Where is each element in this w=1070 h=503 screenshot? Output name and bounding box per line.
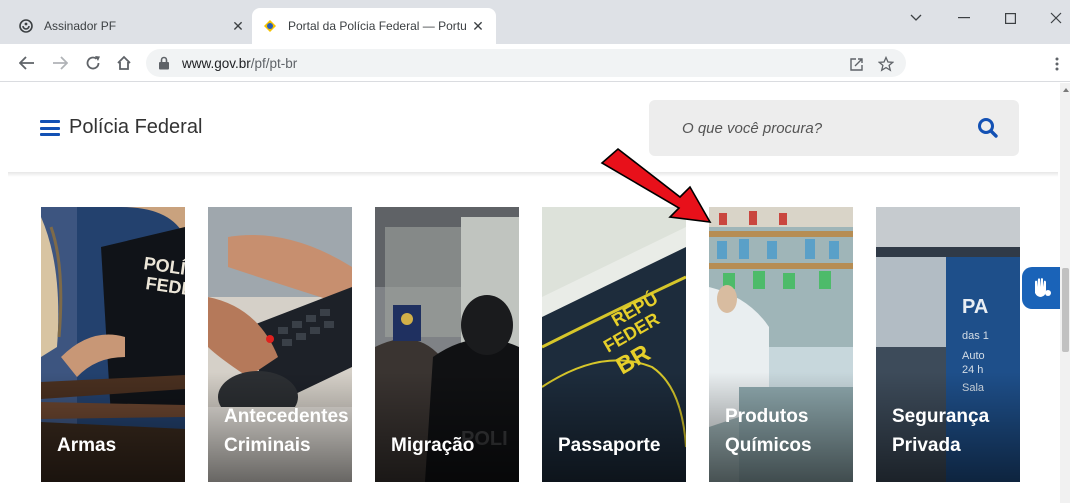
- tab-assinador-pf[interactable]: Assinador PF ✕: [8, 8, 256, 44]
- card-label-line2: Migração: [391, 435, 475, 456]
- card-label: Segurança Privada: [892, 402, 989, 460]
- card-gradient: [41, 372, 185, 482]
- card-produtos-quimicos[interactable]: Produtos Químicos: [709, 207, 853, 482]
- minimize-icon[interactable]: [941, 4, 987, 32]
- card-antecedentes-criminais[interactable]: Antecedentes Criminais: [208, 207, 352, 482]
- card-label-line1: Antecedentes: [224, 406, 349, 427]
- annotation-arrow-icon: [600, 147, 712, 223]
- site-header: Polícia Federal O que você procura?: [0, 83, 1060, 173]
- page-content: Polícia Federal O que você procura? POLÍ…: [0, 83, 1060, 503]
- browser-toolbar: www.gov.br/pf/pt-br: [0, 44, 1070, 82]
- url-path: /pf/pt-br: [250, 55, 298, 71]
- card-label: Migração: [391, 431, 474, 460]
- card-label-line2: Privada: [892, 435, 961, 456]
- card-label: Produtos Químicos: [725, 402, 812, 460]
- card-passaporte[interactable]: REPÚ FEDER BR Passaporte: [542, 207, 686, 482]
- accessibility-hand-icon[interactable]: [1022, 267, 1060, 309]
- menu-icon[interactable]: [40, 120, 60, 136]
- tab-title: Portal da Polícia Federal — Portu: [288, 19, 467, 33]
- card-gradient: [375, 372, 519, 482]
- card-label-line2: Criminais: [224, 435, 311, 456]
- search-placeholder: O que você procura?: [682, 120, 823, 137]
- site-brand[interactable]: Polícia Federal: [69, 116, 202, 139]
- back-arrow-icon[interactable]: [14, 50, 40, 76]
- reload-icon[interactable]: [80, 50, 106, 76]
- card-label-line1: Segurança: [892, 406, 990, 427]
- share-icon[interactable]: [847, 55, 865, 73]
- browser-menu-icon[interactable]: [1048, 55, 1066, 73]
- card-label-line1: Produtos: [725, 406, 809, 427]
- card-label-line2: Químicos: [725, 435, 812, 456]
- card-migracao[interactable]: POLI Migração: [375, 207, 519, 482]
- tab-search-chevron-icon[interactable]: [893, 4, 939, 32]
- lock-icon[interactable]: [158, 56, 172, 70]
- card-gradient: [542, 372, 686, 482]
- close-tab-icon[interactable]: ✕: [230, 18, 246, 34]
- search-icon[interactable]: [976, 116, 1000, 140]
- close-tab-icon[interactable]: ✕: [470, 18, 486, 34]
- home-icon[interactable]: [111, 50, 137, 76]
- card-label-line2: Passaporte: [558, 435, 661, 456]
- card-armas[interactable]: POLÍ FEDE Armas: [41, 207, 185, 482]
- card-label: Armas: [57, 431, 116, 460]
- svg-text:PA: PA: [962, 296, 988, 318]
- scroll-up-arrow-icon[interactable]: [1063, 88, 1069, 92]
- close-window-icon[interactable]: [1033, 4, 1070, 32]
- globe-icon: [18, 18, 34, 34]
- brazil-flag-icon: [262, 18, 278, 34]
- tab-title: Assinador PF: [44, 19, 117, 33]
- svg-text:Auto: Auto: [962, 350, 985, 362]
- svg-text:das 1: das 1: [962, 330, 989, 342]
- card-label: Passaporte: [558, 431, 660, 460]
- bookmark-star-icon[interactable]: [877, 55, 895, 73]
- forward-arrow-icon[interactable]: [47, 50, 73, 76]
- card-seguranca-privada[interactable]: PA das 1 Auto 24 h Sala SegurançaPrivada: [876, 207, 1020, 482]
- scrollbar-thumb[interactable]: [1062, 268, 1069, 352]
- header-divider: [8, 172, 1058, 177]
- maximize-icon[interactable]: [987, 4, 1033, 32]
- tab-strip: Assinador PF ✕ Portal da Polícia Federal…: [0, 0, 1070, 44]
- card-label: Antecedentes Criminais: [224, 402, 349, 460]
- address-bar[interactable]: www.gov.br/pf/pt-br: [146, 49, 906, 77]
- url-host: www.gov.br: [182, 55, 251, 71]
- card-label-line2: Armas: [57, 435, 117, 456]
- tab-portal-pf[interactable]: Portal da Polícia Federal — Portu ✕: [252, 8, 496, 44]
